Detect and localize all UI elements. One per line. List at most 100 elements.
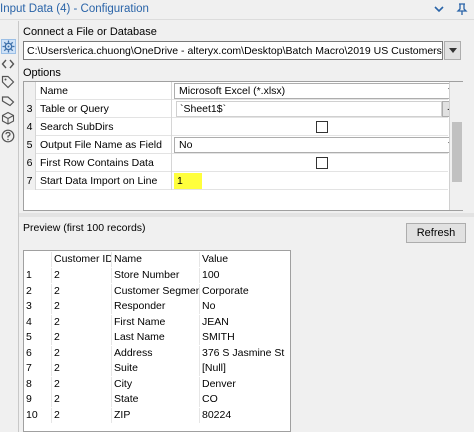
- table-cell: Store Number: [112, 268, 200, 283]
- column-header: [24, 252, 52, 267]
- table-cell: 2: [52, 283, 112, 299]
- table-row[interactable]: 5 2 Last Name SMITH: [24, 330, 290, 346]
- table-cell: JEAN: [200, 315, 290, 330]
- table-cell: 2: [52, 407, 112, 423]
- option-label: Output File Name as Field: [40, 136, 172, 154]
- refresh-button[interactable]: Refresh: [406, 223, 466, 243]
- code-icon[interactable]: [1, 57, 16, 72]
- chevron-down-icon[interactable]: [432, 2, 446, 16]
- table-cell: 376 S Jasmine St: [200, 346, 290, 361]
- name-column-header: Name: [40, 82, 172, 100]
- file-path-dropdown-button[interactable]: [444, 41, 461, 60]
- option-number: 4: [24, 118, 36, 136]
- cube-icon[interactable]: [1, 111, 16, 126]
- table-cell: 8: [24, 376, 52, 392]
- table-cell: 6: [24, 345, 52, 361]
- option-label: Start Data Import on Line: [40, 172, 172, 190]
- scrollbar-thumb[interactable]: [452, 122, 462, 182]
- preview-table: Customer ID Name Value 1 2 Store Number 100 2 2 C…: [23, 250, 291, 432]
- table-cell: ZIP: [112, 407, 200, 423]
- column-header: Customer ID: [52, 252, 112, 267]
- table-cell: State: [112, 392, 200, 407]
- options-grid: Name Microsoft Excel (*.xlsx) 3 Table or…: [23, 81, 463, 211]
- table-row[interactable]: 8 2 City Denver: [24, 376, 290, 393]
- table-cell: Responder: [112, 299, 200, 314]
- table-row[interactable]: 6 2 Address 376 S Jasmine St: [24, 345, 290, 362]
- table-cell: Denver: [200, 377, 290, 392]
- table-cell: 2: [24, 283, 52, 299]
- table-cell: City: [112, 376, 200, 392]
- table-query-field[interactable]: `Sheet1$`: [176, 101, 442, 117]
- table-row[interactable]: 3 2 Responder No: [24, 299, 290, 315]
- help-icon[interactable]: [1, 129, 16, 144]
- option-number: 7: [24, 172, 36, 190]
- table-cell: 2: [52, 268, 112, 283]
- table-row[interactable]: 7 2 Suite [Null]: [24, 361, 290, 377]
- output-file-name-dropdown[interactable]: No: [174, 137, 460, 153]
- option-row-output-file-name: 5 Output File Name as Field No: [24, 136, 460, 154]
- table-cell: 1: [24, 268, 52, 283]
- table-cell: No: [200, 299, 290, 314]
- options-header-row: Name Microsoft Excel (*.xlsx): [24, 82, 460, 100]
- gear-icon[interactable]: [1, 39, 16, 54]
- table-header-row: Customer ID Name Value: [24, 252, 290, 268]
- table-cell: 3: [24, 299, 52, 314]
- table-cell: Address: [112, 345, 200, 361]
- column-header: Value: [200, 252, 290, 267]
- table-cell: 2: [52, 392, 112, 407]
- table-cell: 7: [24, 361, 52, 376]
- tag-icon[interactable]: [1, 93, 16, 108]
- first-row-data-checkbox[interactable]: [316, 157, 328, 169]
- connect-label: Connect a File or Database: [23, 26, 157, 38]
- tag-icon[interactable]: [1, 75, 16, 90]
- table-cell: SMITH: [200, 330, 290, 345]
- file-format-value: Microsoft Excel (*.xlsx): [179, 85, 286, 97]
- pin-icon[interactable]: [455, 2, 469, 16]
- table-cell: 2: [52, 345, 112, 361]
- option-label: First Row Contains Data: [40, 154, 172, 172]
- table-cell: Customer Segment: [114, 283, 200, 299]
- table-row[interactable]: 9 2 State CO: [24, 392, 290, 408]
- configuration-panel: Connect a File or Database C:\Users\eric…: [18, 21, 474, 432]
- options-scrollbar[interactable]: [449, 82, 463, 210]
- table-cell: 4: [24, 314, 52, 330]
- option-row-search-subdirs: 4 Search SubDirs: [24, 118, 448, 136]
- table-cell: 100: [200, 268, 290, 283]
- table-row[interactable]: 10 2 ZIP 80224: [24, 407, 290, 424]
- option-row-table-query: 3 Table or Query `Sheet1$` ...: [24, 100, 460, 118]
- file-format-dropdown[interactable]: Microsoft Excel (*.xlsx): [174, 83, 460, 99]
- splitter[interactable]: [19, 213, 474, 217]
- option-label: Table or Query: [40, 100, 172, 118]
- tool-sidebar: [0, 21, 18, 151]
- option-number: 5: [24, 136, 36, 154]
- file-path-field[interactable]: C:\Users\erica.chuong\OneDrive - alteryx…: [23, 41, 443, 60]
- option-row-start-line: 7 Start Data Import on Line 1: [24, 172, 448, 190]
- chevron-down-icon: [449, 48, 457, 53]
- table-row[interactable]: 4 2 First Name JEAN: [24, 314, 290, 331]
- table-cell: Last Name: [112, 330, 200, 345]
- start-line-field[interactable]: 1: [174, 173, 202, 189]
- option-number: 3: [24, 100, 36, 118]
- column-header: Name: [112, 252, 200, 267]
- option-number: 6: [24, 154, 36, 172]
- options-label: Options: [23, 67, 61, 79]
- table-cell: Suite: [112, 361, 200, 376]
- table-cell: 2: [52, 299, 112, 314]
- table-cell: 2: [52, 361, 112, 376]
- table-cell: Corporate: [200, 284, 290, 299]
- table-cell: 5: [24, 330, 52, 345]
- option-label: Search SubDirs: [40, 118, 172, 136]
- option-row-first-row-data: 6 First Row Contains Data: [24, 154, 448, 172]
- table-cell: 80224: [200, 408, 290, 423]
- preview-label: Preview (first 100 records): [23, 222, 146, 234]
- table-cell: [Null]: [200, 361, 290, 376]
- table-cell: CO: [200, 392, 290, 407]
- search-subdirs-checkbox[interactable]: [316, 121, 328, 133]
- table-cell: 2: [52, 314, 112, 330]
- window-titlebar: Input Data (4) - Configuration: [0, 0, 474, 20]
- output-file-name-value: No: [179, 139, 193, 151]
- table-cell: 2: [52, 376, 112, 392]
- table-row[interactable]: 2 2 Customer Segment Corporate: [24, 283, 290, 300]
- table-cell: 9: [24, 392, 52, 407]
- table-row[interactable]: 1 2 Store Number 100: [24, 268, 290, 284]
